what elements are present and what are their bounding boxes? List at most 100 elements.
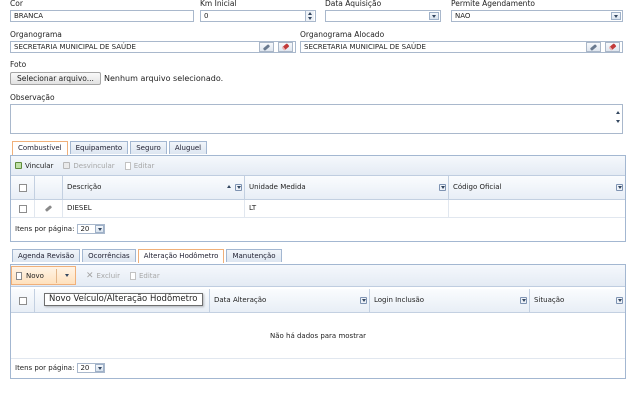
page-size-select[interactable]: 20 [77, 363, 106, 373]
novo-tooltip: Novo Veículo/Alteração Hodômetro [44, 293, 203, 306]
km-inicial-input[interactable]: 0 [200, 10, 316, 22]
action-col-header [35, 176, 63, 199]
chevron-down-icon[interactable] [616, 184, 623, 191]
tab-ocorrencias[interactable]: Ocorrências [82, 249, 136, 262]
editar-button[interactable]: Editar [130, 271, 160, 280]
select-all-cell [11, 176, 35, 199]
scroll-down-icon[interactable] [616, 120, 620, 123]
cell-unidade: LT [245, 200, 449, 217]
chevron-down-icon[interactable] [429, 12, 439, 20]
cell-descricao: DIESEL [63, 200, 245, 217]
col-login-inclusao[interactable]: Login Inclusão [370, 289, 530, 312]
pager-label: Itens por página: [15, 225, 75, 233]
tab-manutencao[interactable]: Manutenção [226, 249, 282, 262]
cor-label: Cor [10, 0, 23, 8]
tab-agenda-revisao[interactable]: Agenda Revisão [12, 249, 81, 262]
page-size-select[interactable]: 20 [77, 224, 106, 234]
delete-icon: ✕ [85, 270, 94, 281]
chevron-down-icon[interactable] [520, 297, 527, 304]
pencil-icon[interactable] [259, 42, 274, 52]
col-unidade-medida[interactable]: Unidade Medida [245, 176, 449, 199]
desvincular-label: Desvincular [73, 161, 115, 170]
permite-agendamento-label: Permite Agendamento [451, 0, 535, 8]
scroll-up-icon[interactable] [616, 111, 620, 114]
pencil-icon[interactable] [44, 205, 53, 212]
lower-tabs: Agenda Revisão Ocorrências Alteração Hod… [12, 249, 282, 263]
alteracao-hodometro-panel: Novo ✕ Excluir Editar Data Alteração Log… [10, 264, 626, 379]
select-all-checkbox[interactable] [18, 296, 27, 305]
col-situacao[interactable]: Situação [530, 289, 625, 312]
unlink-icon [63, 162, 71, 169]
table-row[interactable]: DIESEL LT [11, 200, 625, 218]
organograma-value: SECRETARIA MUNICIPAL DE SAÚDE [14, 43, 136, 51]
lower-pager: Itens por página: 20 [11, 361, 625, 375]
col-data-alteracao[interactable]: Data Alteração [210, 289, 370, 312]
chevron-down-icon[interactable] [616, 297, 623, 304]
row-select-cell [11, 200, 35, 217]
permite-agendamento-select[interactable]: NAO [451, 10, 623, 22]
organograma-alocado-field[interactable]: SECRETARIA MUNICIPAL DE SAÚDE [300, 41, 623, 53]
tab-alteracao-hodometro[interactable]: Alteração Hodômetro [137, 249, 225, 263]
edit-icon [124, 161, 131, 170]
novo-button[interactable]: Novo [11, 266, 76, 285]
organograma-alocado-label: Organograma Alocado [300, 30, 385, 39]
editar-button[interactable]: Editar [124, 161, 155, 170]
textarea-scrollbar[interactable] [616, 111, 620, 123]
spin-down-icon[interactable] [306, 16, 314, 21]
new-doc-icon [16, 271, 22, 280]
km-inicial-value: 0 [204, 12, 209, 20]
chevron-down-icon[interactable] [439, 184, 446, 191]
col-descricao-label: Descrição [67, 183, 102, 191]
editar-label: Editar [139, 271, 160, 280]
observacao-textarea[interactable] [10, 104, 623, 134]
empty-message: Não há dados para mostrar [270, 331, 366, 340]
foto-label: Foto [10, 60, 27, 69]
page-size-value: 20 [80, 364, 90, 372]
chevron-down-icon[interactable] [611, 12, 621, 20]
col-data-alteracao-label: Data Alteração [214, 296, 267, 304]
vincular-button[interactable]: Vincular [15, 162, 53, 170]
desvincular-button[interactable]: Desvincular [63, 161, 115, 170]
eraser-icon[interactable] [605, 42, 620, 52]
select-all-cell [11, 289, 35, 312]
excluir-button[interactable]: ✕ Excluir [85, 270, 121, 281]
upper-grid-header: Descrição Unidade Medida Código Oficial [11, 176, 625, 200]
vincular-label: Vincular [25, 161, 54, 170]
col-situacao-label: Situação [534, 296, 565, 304]
observacao-label: Observação [10, 93, 55, 102]
organograma-field[interactable]: SECRETARIA MUNICIPAL DE SAÚDE [10, 41, 296, 53]
tab-seguro[interactable]: Seguro [130, 141, 167, 154]
eraser-icon[interactable] [278, 42, 293, 52]
split-divider [55, 268, 57, 283]
page-size-value: 20 [80, 225, 90, 233]
chevron-down-icon[interactable] [95, 225, 105, 233]
col-codigo-oficial-label: Código Oficial [453, 183, 502, 191]
col-login-inclusao-label: Login Inclusão [374, 296, 425, 304]
permite-agendamento-value: NAO [455, 12, 471, 20]
chevron-down-icon[interactable] [235, 184, 242, 191]
col-codigo-oficial[interactable]: Código Oficial [449, 176, 625, 199]
edit-icon [130, 271, 136, 280]
tab-equipamento[interactable]: Equipamento [69, 141, 129, 154]
tab-aluguel[interactable]: Aluguel [168, 141, 208, 154]
km-inicial-label: Km Inicial [200, 0, 237, 8]
chevron-down-icon[interactable] [360, 297, 367, 304]
pencil-icon[interactable] [586, 42, 601, 52]
cor-input[interactable]: BRANCA [10, 10, 194, 22]
tab-combustivel[interactable]: Combustível [12, 141, 68, 155]
select-all-checkbox[interactable] [18, 183, 27, 192]
select-file-button[interactable]: Selecionar arquivo... [10, 72, 101, 85]
chevron-down-icon[interactable] [64, 274, 69, 277]
row-checkbox[interactable] [18, 204, 27, 213]
chevron-down-icon[interactable] [95, 364, 105, 372]
km-inicial-spinner[interactable] [305, 11, 314, 21]
col-descricao[interactable]: Descrição [63, 176, 245, 199]
excluir-label: Excluir [96, 271, 121, 280]
combustivel-panel: Vincular Desvincular Editar Descrição Un… [10, 155, 626, 242]
editar-label: Editar [133, 161, 155, 170]
data-aquisicao-select[interactable] [325, 10, 441, 22]
empty-grid-area: Não há dados para mostrar [11, 313, 625, 359]
upper-toolbar: Vincular Desvincular Editar [11, 156, 625, 176]
row-edit-cell [35, 200, 63, 217]
novo-label: Novo [26, 271, 44, 280]
